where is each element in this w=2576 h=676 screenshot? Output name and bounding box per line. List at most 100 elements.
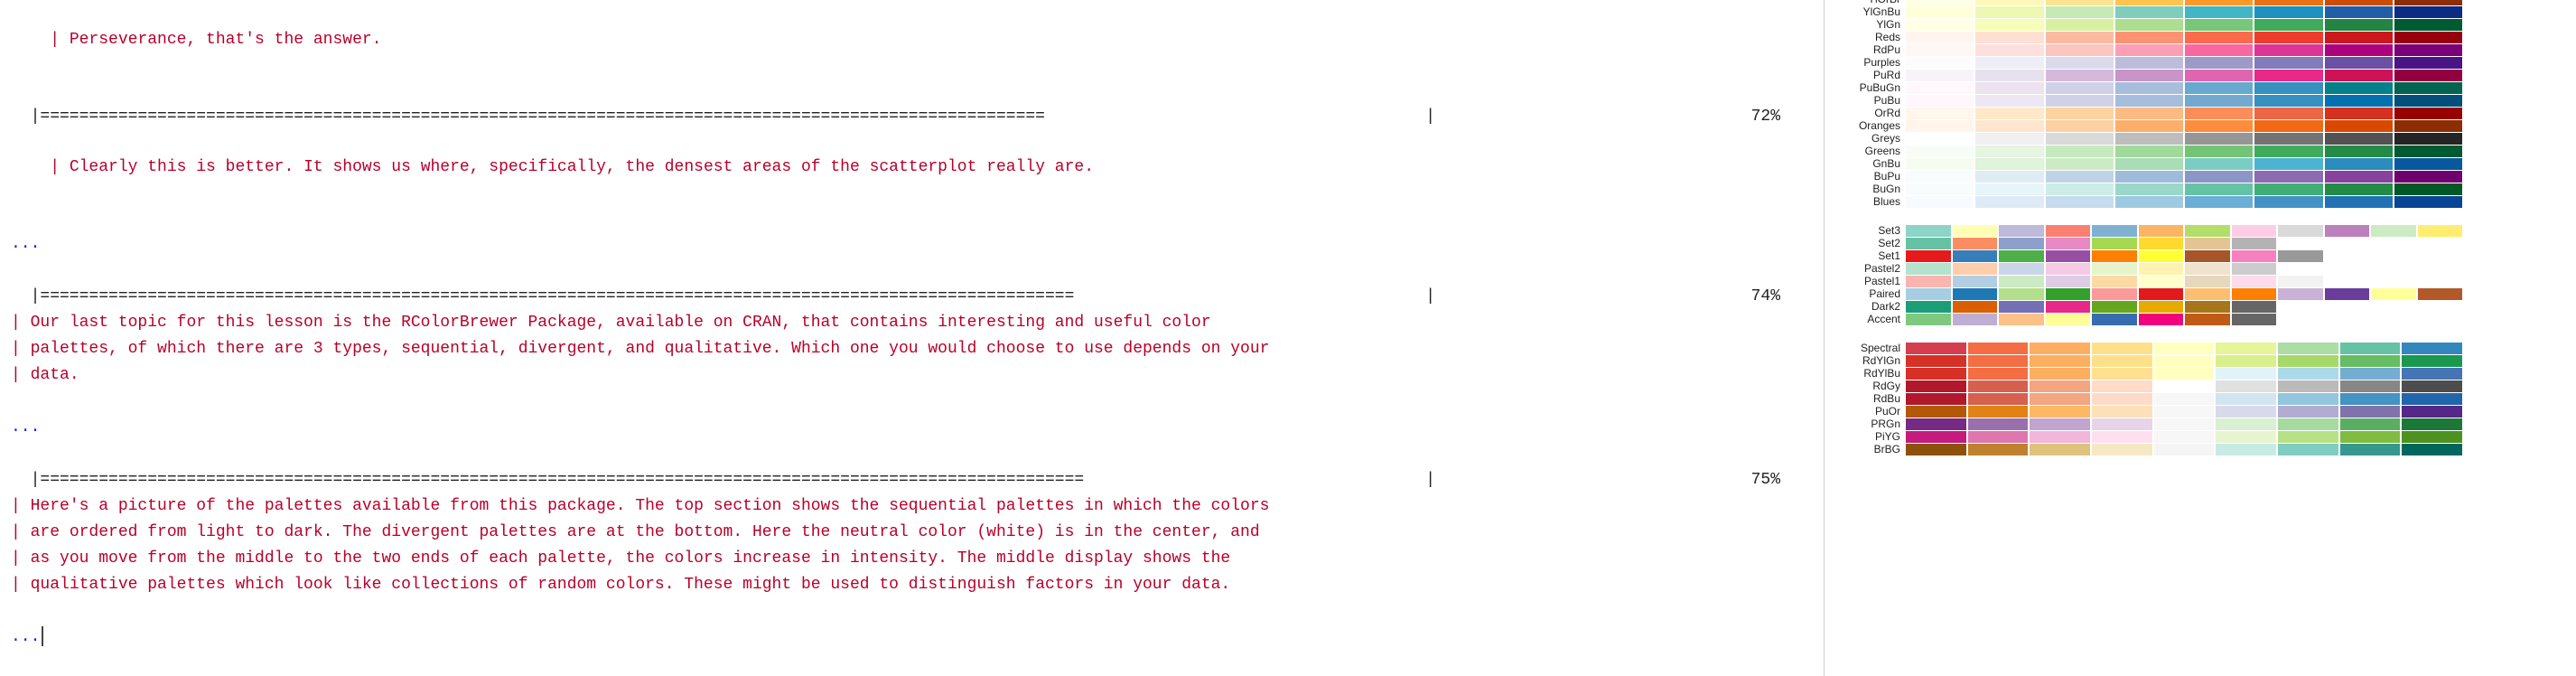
- color-swatch: [1906, 171, 1974, 183]
- color-swatch: [2340, 355, 2401, 367]
- palette-swatches: [1906, 44, 2462, 56]
- palette-swatches: [1906, 288, 2462, 300]
- color-swatch: [1953, 301, 1998, 313]
- continue-prompt[interactable]: ...: [11, 232, 1813, 257]
- color-swatch: [1975, 146, 2043, 157]
- palette-row: GnBu: [1832, 157, 2569, 170]
- color-swatch: [2394, 57, 2462, 69]
- color-swatch: [1906, 380, 1966, 392]
- palette-label: BrBG: [1832, 441, 1906, 457]
- color-swatch: [2216, 444, 2276, 455]
- color-swatch: [2394, 133, 2462, 145]
- color-swatch: [1975, 32, 2043, 43]
- color-swatch: [2185, 171, 2253, 183]
- color-swatch: [2394, 183, 2462, 195]
- color-swatch: [2325, 288, 2370, 300]
- qualitative-palettes-group: Set3Set2Set1Pastel2Pastel1PairedDark2Acc…: [1832, 224, 2569, 325]
- color-swatch: [1906, 19, 1974, 31]
- palette-row: PuBu: [1832, 94, 2569, 107]
- continue-prompt[interactable]: ...: [11, 625, 1813, 650]
- palette-row: Set1: [1832, 249, 2569, 262]
- color-swatch: [2030, 418, 2090, 430]
- color-swatch: [2216, 406, 2276, 418]
- palette-row: PuRd: [1832, 69, 2569, 81]
- color-swatch: [2402, 406, 2462, 418]
- console-pane[interactable]: | Perseverance, that's the answer. |====…: [0, 0, 1825, 676]
- palette-swatches: [1906, 19, 2462, 31]
- palette-swatches: [1906, 120, 2462, 132]
- palette-swatches: [1906, 368, 2462, 380]
- color-swatch: [2402, 368, 2462, 380]
- color-swatch: [1906, 263, 1951, 275]
- color-swatch: [2340, 380, 2401, 392]
- color-swatch: [2402, 418, 2462, 430]
- palette-row: PuBuGn: [1832, 81, 2569, 94]
- color-swatch: [2185, 6, 2253, 18]
- palette-row: PuOr: [1832, 405, 2569, 418]
- color-swatch: [2046, 171, 2114, 183]
- color-swatch: [1975, 19, 2043, 31]
- color-swatch: [2340, 444, 2401, 455]
- color-swatch: [1906, 314, 1951, 325]
- palette-row: YlGn: [1832, 18, 2569, 31]
- color-swatch: [2216, 380, 2276, 392]
- color-swatch: [2394, 0, 2462, 5]
- color-swatch: [2092, 263, 2137, 275]
- progress-percent: 75%: [1751, 468, 1813, 493]
- palette-row: Oranges: [1832, 119, 2569, 132]
- palette-row: Greys: [1832, 132, 2569, 145]
- palette-swatches: [1906, 343, 2462, 354]
- color-swatch: [2278, 431, 2338, 443]
- color-swatch: [2115, 95, 2183, 107]
- palette-row: BuPu: [1832, 170, 2569, 183]
- color-swatch: [2232, 276, 2277, 287]
- color-swatch: [2185, 238, 2230, 249]
- color-swatch: [2185, 158, 2253, 170]
- color-swatch: [1975, 82, 2043, 94]
- color-swatch: [2115, 108, 2183, 119]
- color-swatch: [1975, 70, 2043, 81]
- color-swatch: [2092, 276, 2137, 287]
- color-swatch: [2046, 32, 2114, 43]
- color-swatch: [2278, 380, 2338, 392]
- color-swatch: [2046, 276, 2091, 287]
- color-swatch: [2340, 343, 2401, 354]
- color-swatch: [2394, 32, 2462, 43]
- palette-swatches: [1906, 108, 2462, 119]
- color-swatch: [1968, 343, 2029, 354]
- color-swatch: [1906, 343, 1966, 354]
- color-swatch: [2185, 250, 2230, 262]
- prompt-bar-icon: |: [50, 31, 70, 49]
- color-swatch: [1975, 44, 2043, 56]
- color-swatch: [2278, 343, 2338, 354]
- palette-swatches: [1906, 196, 2462, 208]
- color-swatch: [2394, 19, 2462, 31]
- palette-swatches: [1906, 183, 2462, 195]
- color-swatch: [2325, 108, 2393, 119]
- color-swatch: [2325, 0, 2393, 5]
- continue-prompt[interactable]: ...: [11, 416, 1813, 440]
- color-swatch: [2402, 380, 2462, 392]
- palette-swatches: [1906, 250, 2323, 262]
- palette-swatches: [1906, 70, 2462, 81]
- color-swatch: [1906, 250, 1951, 262]
- color-swatch: [2115, 120, 2183, 132]
- progress-percent: 72%: [1751, 105, 1813, 129]
- color-swatch: [1975, 6, 2043, 18]
- color-swatch: [2325, 70, 2393, 81]
- palette-swatches: [1906, 238, 2276, 249]
- color-swatch: [2154, 368, 2215, 380]
- color-swatch: [1975, 57, 2043, 69]
- color-swatch: [1953, 314, 1998, 325]
- color-swatch: [2254, 95, 2322, 107]
- color-swatch: [2394, 6, 2462, 18]
- palette-row: RdPu: [1832, 43, 2569, 56]
- plots-pane[interactable]: YlOrBrYlGnBuYlGnRedsRdPuPurplesPuRdPuBuG…: [1825, 0, 2576, 676]
- color-swatch: [2185, 70, 2253, 81]
- palette-row: RdYlGn: [1832, 354, 2569, 367]
- console-line: | are ordered from light to dark. The di…: [11, 521, 1813, 545]
- color-swatch: [2115, 44, 2183, 56]
- palette-row: Pastel1: [1832, 275, 2569, 287]
- color-swatch: [2278, 276, 2323, 287]
- color-swatch: [2325, 19, 2393, 31]
